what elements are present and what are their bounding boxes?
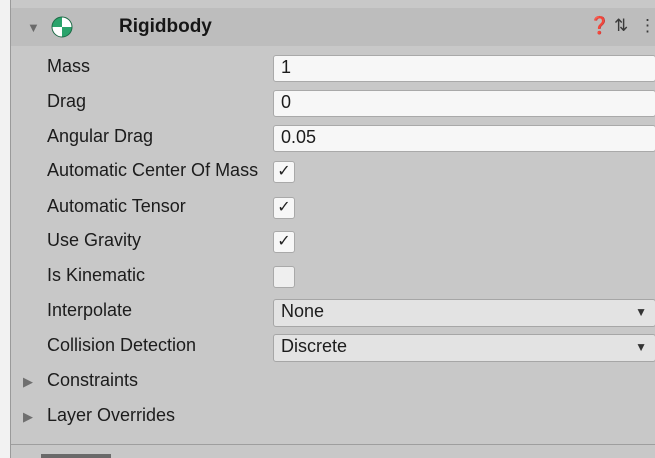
mass-row: Mass 1 — [11, 52, 655, 86]
auto-center-of-mass-checkbox[interactable]: ✓ — [273, 161, 295, 183]
auto-tensor-label: Automatic Tensor — [47, 196, 186, 216]
constraints-foldout[interactable]: ▶ Constraints — [11, 366, 655, 400]
interpolate-dropdown[interactable]: None ▼ — [273, 299, 655, 327]
drag-label: Drag — [47, 91, 87, 111]
collision-detection-label: Collision Detection — [47, 335, 197, 355]
auto-center-of-mass-label: Automatic Center Of Mass — [47, 160, 259, 180]
dropdown-arrow-icon: ▼ — [635, 305, 647, 319]
is-kinematic-label: Is Kinematic — [47, 265, 146, 285]
collision-detection-row: Collision Detection Discrete ▼ — [11, 331, 655, 365]
help-icon[interactable]: ❓ — [589, 16, 610, 36]
dropdown-arrow-icon: ▼ — [635, 340, 647, 354]
context-menu-icon[interactable]: ⋮ — [639, 16, 655, 36]
component-title: Rigidbody — [119, 16, 212, 37]
auto-center-of-mass-row: Automatic Center Of Mass ✓ — [11, 156, 655, 190]
drag-row: Drag 0 — [11, 87, 655, 121]
preset-icon[interactable]: ⇅ — [614, 16, 628, 36]
use-gravity-row: Use Gravity ✓ — [11, 226, 655, 260]
foldout-arrow-icon[interactable]: ▶ — [23, 374, 33, 390]
use-gravity-label: Use Gravity — [47, 230, 142, 250]
is-kinematic-checkbox[interactable] — [273, 266, 295, 288]
section-divider — [11, 444, 655, 445]
layer-overrides-foldout[interactable]: ▶ Layer Overrides — [11, 401, 655, 435]
component-header[interactable]: ▼ Rigidbody ❓ ⇅ ⋮ — [11, 8, 655, 46]
mass-label: Mass — [47, 56, 91, 76]
interpolate-value: None — [281, 301, 325, 321]
angular-drag-row: Angular Drag 0.05 — [11, 122, 655, 156]
interpolate-row: Interpolate None ▼ — [11, 296, 655, 330]
rigidbody-icon — [51, 16, 73, 38]
interpolate-label: Interpolate — [47, 300, 133, 320]
mass-field[interactable]: 1 — [273, 55, 655, 82]
use-gravity-checkbox[interactable]: ✓ — [273, 231, 295, 253]
constraints-label: Constraints — [47, 370, 139, 390]
collision-detection-dropdown[interactable]: Discrete ▼ — [273, 334, 655, 362]
is-kinematic-row: Is Kinematic — [11, 261, 655, 295]
layer-overrides-label: Layer Overrides — [47, 405, 176, 425]
collision-detection-value: Discrete — [281, 336, 348, 356]
angular-drag-label: Angular Drag — [47, 126, 154, 146]
auto-tensor-row: Automatic Tensor ✓ — [11, 192, 655, 226]
angular-drag-field[interactable]: 0.05 — [273, 125, 655, 152]
inspector-panel: ▼ Rigidbody ❓ ⇅ ⋮ Mass 1 Drag 0 Angular … — [10, 0, 655, 458]
next-component-stub — [41, 454, 111, 458]
drag-field[interactable]: 0 — [273, 90, 655, 117]
foldout-arrow-icon[interactable]: ▶ — [23, 409, 33, 425]
auto-tensor-checkbox[interactable]: ✓ — [273, 197, 295, 219]
fold-arrow-icon[interactable]: ▼ — [27, 20, 40, 35]
